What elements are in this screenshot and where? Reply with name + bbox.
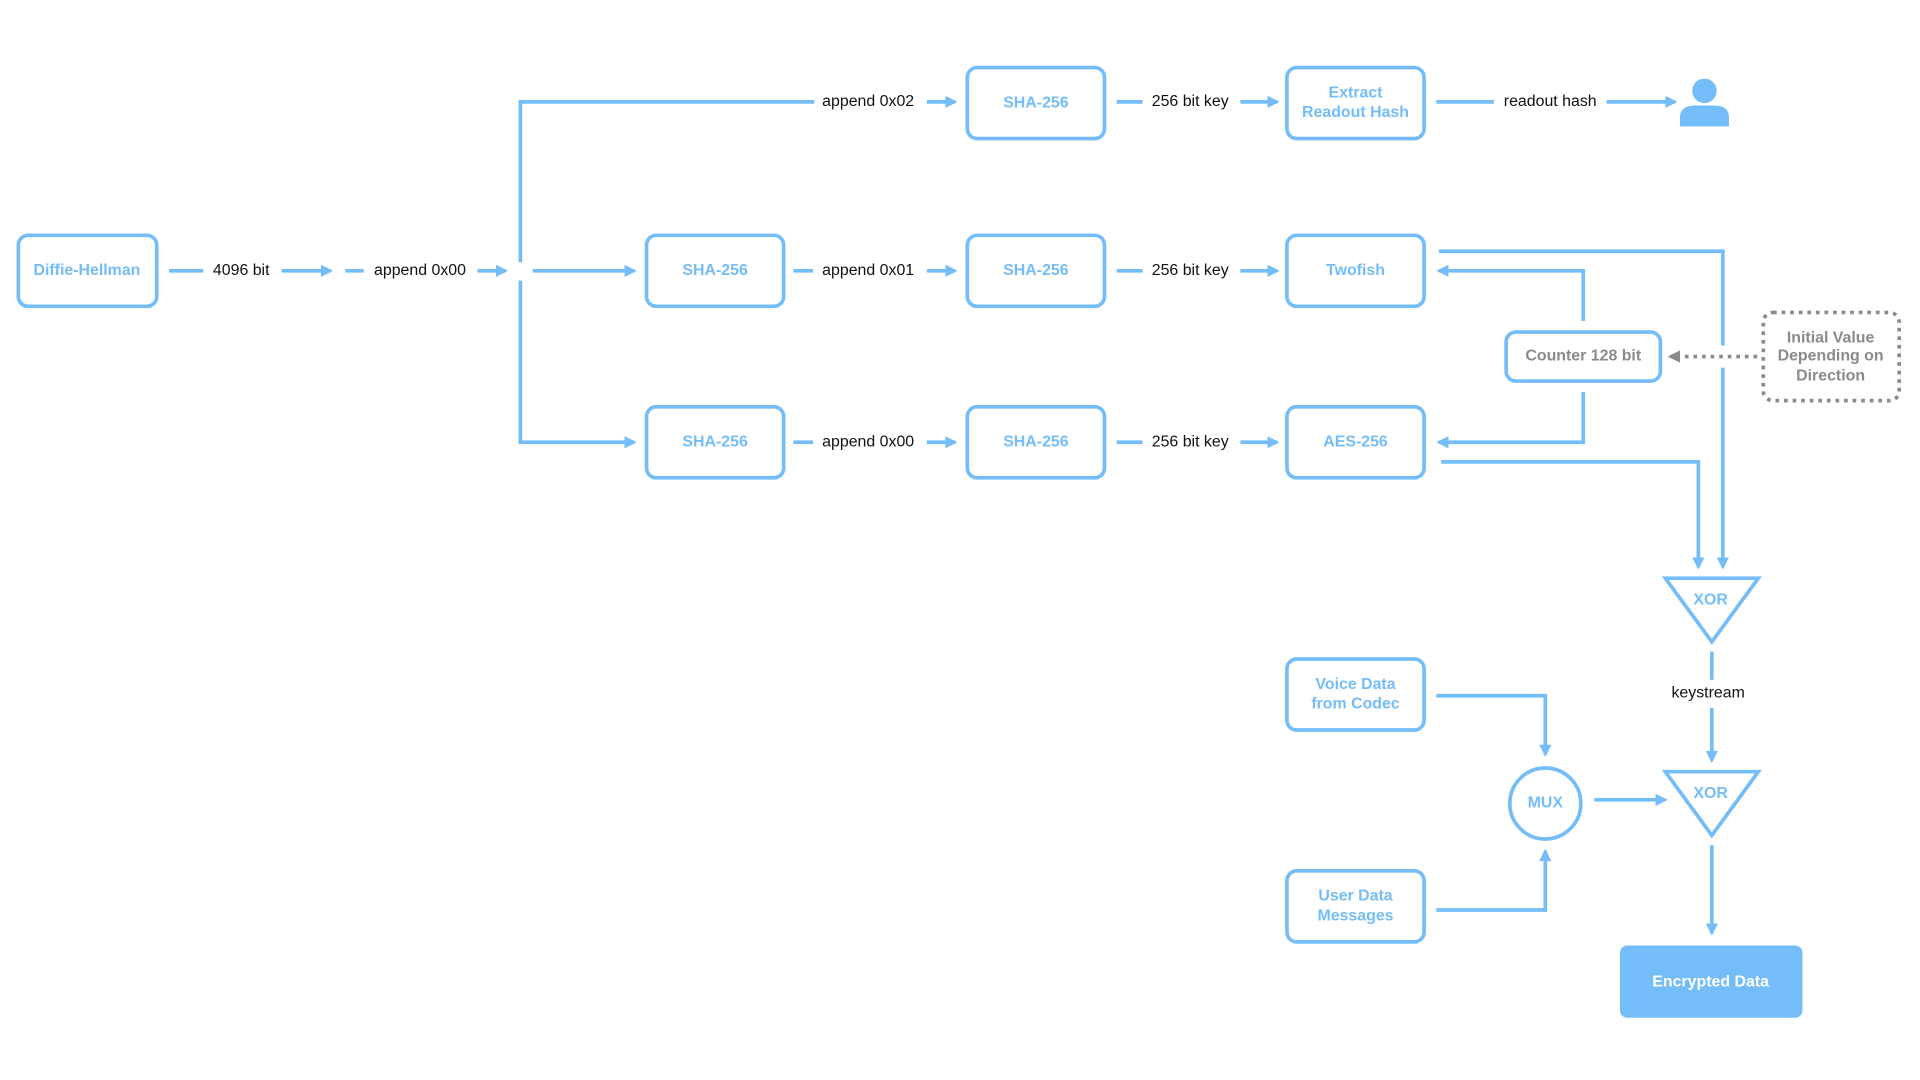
person-icon <box>1680 78 1729 127</box>
svg-text:XOR: XOR <box>1693 591 1728 608</box>
svg-text:Initial Value: Initial Value <box>1787 329 1875 346</box>
edge-label: readout hash <box>1504 93 1597 110</box>
node-encrypted-data: Encrypted Data <box>1620 945 1803 1018</box>
edge-counter-aes <box>1436 392 1586 449</box>
edge-label: append 0x00 <box>374 262 466 279</box>
svg-text:Twofish: Twofish <box>1326 262 1385 279</box>
edge-label: 256 bit key <box>1152 433 1229 450</box>
svg-text:AES-256: AES-256 <box>1323 433 1388 450</box>
edge-counter-twofish <box>1436 264 1586 322</box>
edge-user-mux <box>1436 848 1552 912</box>
svg-text:Readout Hash: Readout Hash <box>1302 104 1409 121</box>
edge-voice-mux <box>1436 693 1552 757</box>
svg-text:SHA-256: SHA-256 <box>1003 433 1069 450</box>
edge-label: append 0x02 <box>822 93 914 110</box>
svg-text:XOR: XOR <box>1693 785 1728 802</box>
branch-bottom <box>518 280 637 449</box>
svg-text:MUX: MUX <box>1528 795 1564 812</box>
edge-label: 4096 bit <box>213 262 270 279</box>
diagram-canvas: 4096 bit append 0x00 append 0x02 256 bit… <box>16 65 1902 1018</box>
node-xor-2: XOR <box>1661 769 1762 839</box>
node-xor-1: XOR <box>1661 576 1762 645</box>
node-sha-mid-1: SHA-256 <box>644 233 786 309</box>
node-sha-top: SHA-256 <box>965 65 1107 141</box>
svg-text:Direction: Direction <box>1796 367 1865 384</box>
node-sha-bot-2: SHA-256 <box>965 404 1107 480</box>
node-aes-256: AES-256 <box>1285 404 1426 480</box>
node-voice-data: Voice Data from Codec <box>1285 657 1426 732</box>
edge-label: append 0x00 <box>822 433 914 450</box>
svg-text:SHA-256: SHA-256 <box>682 262 748 279</box>
edge-label: keystream <box>1671 684 1744 701</box>
node-mux: MUX <box>1507 766 1583 841</box>
node-diffie-hellman: Diffie-Hellman <box>16 233 159 309</box>
svg-text:SHA-256: SHA-256 <box>1003 94 1069 111</box>
node-twofish: Twofish <box>1285 233 1426 309</box>
svg-text:Extract: Extract <box>1329 84 1384 101</box>
svg-text:Depending on: Depending on <box>1778 348 1884 365</box>
svg-text:Diffie-Hellman: Diffie-Hellman <box>33 262 140 279</box>
svg-text:Voice Data: Voice Data <box>1315 676 1395 693</box>
svg-text:from Codec: from Codec <box>1311 696 1400 713</box>
node-initial-value: Initial Value Depending on Direction <box>1761 310 1902 403</box>
node-extract-readout-hash: Extract Readout Hash <box>1285 65 1426 141</box>
node-user-data: User Data Messages <box>1285 868 1426 944</box>
svg-text:Messages: Messages <box>1317 907 1393 924</box>
edge-label: append 0x01 <box>822 262 914 279</box>
edge-label: 256 bit key <box>1152 93 1229 110</box>
svg-text:Encrypted Data: Encrypted Data <box>1652 973 1769 990</box>
svg-text:SHA-256: SHA-256 <box>682 433 748 450</box>
svg-text:SHA-256: SHA-256 <box>1003 262 1069 279</box>
edge-label: 256 bit key <box>1152 262 1229 279</box>
svg-text:Counter 128 bit: Counter 128 bit <box>1525 348 1641 365</box>
node-counter: Counter 128 bit <box>1504 330 1663 383</box>
node-sha-bot-1: SHA-256 <box>644 404 786 480</box>
svg-text:User Data: User Data <box>1318 888 1392 905</box>
node-sha-mid-2: SHA-256 <box>965 233 1107 309</box>
edge-aes-xor <box>1441 460 1705 570</box>
